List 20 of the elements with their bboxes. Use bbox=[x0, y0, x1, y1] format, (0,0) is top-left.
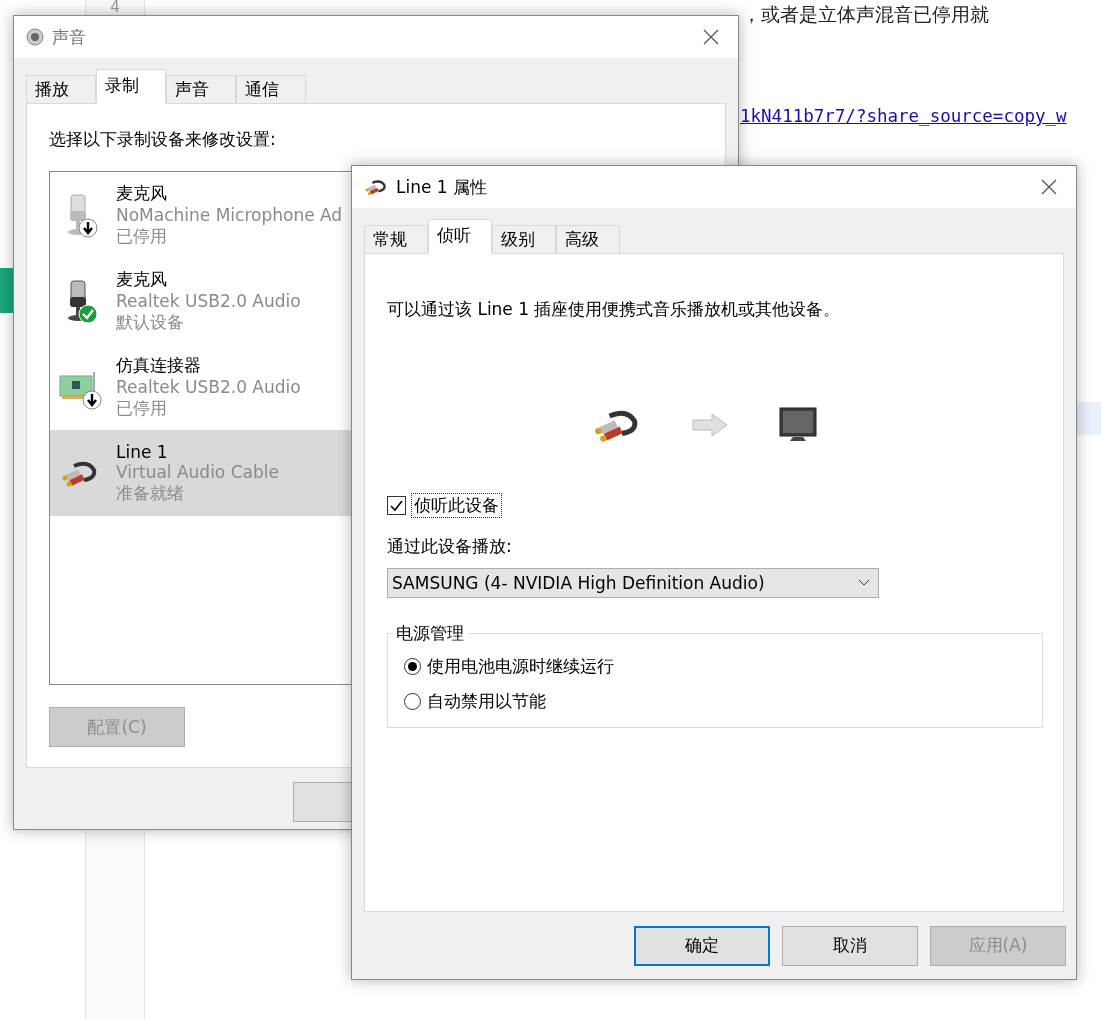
article-text: ，或者是立体声混音已停用就 bbox=[742, 2, 989, 26]
device-name: 仿真连接器 bbox=[116, 354, 202, 377]
line-number: 4 bbox=[110, 0, 120, 14]
instruction-text: 选择以下录制设备来修改设置: bbox=[49, 128, 277, 151]
device-status: 已停用 bbox=[116, 225, 168, 248]
device-name: 麦克风 bbox=[116, 182, 168, 205]
device-status: 准备就绪 bbox=[116, 481, 185, 505]
device-status: 默认设备 bbox=[116, 311, 185, 334]
device-description: NoMachine Microphone Ad bbox=[116, 205, 343, 225]
group-title: 电源管理 bbox=[395, 622, 465, 645]
device-name: 麦克风 bbox=[116, 268, 168, 291]
device-description: Virtual Audio Cable bbox=[116, 461, 279, 482]
device-description: Realtek USB2.0 Audio bbox=[116, 291, 301, 311]
device-status: 已停用 bbox=[116, 397, 168, 420]
description-text: 可以通过该 Line 1 插座使用便携式音乐播放机或其他设备。 bbox=[387, 298, 842, 321]
device-description: Realtek USB2.0 Audio bbox=[116, 377, 301, 397]
device-name: Line 1 bbox=[116, 441, 169, 462]
window-title: 声音 bbox=[52, 25, 87, 49]
window-title: Line 1 属性 bbox=[396, 175, 489, 199]
playback-label: 通过此设备播放: bbox=[387, 535, 513, 558]
